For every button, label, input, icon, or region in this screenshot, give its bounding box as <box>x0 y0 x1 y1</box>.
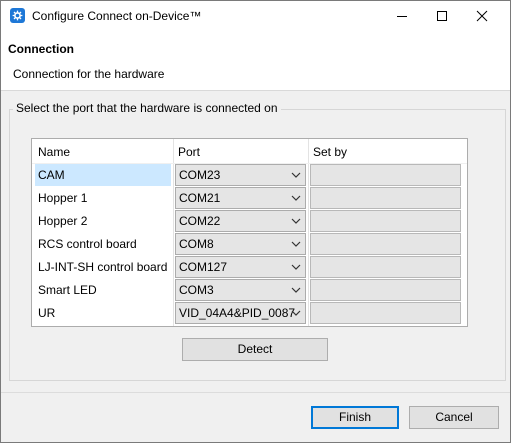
column-header-port[interactable]: Port <box>178 145 200 159</box>
table-row-name[interactable]: CAM <box>35 164 171 186</box>
port-dropdown[interactable]: COM22 <box>175 210 306 232</box>
port-dropdown-value: COM21 <box>179 191 221 205</box>
set-by-field <box>310 233 461 255</box>
dialog-window: Configure Connect on-Device™ Connection … <box>0 0 511 443</box>
set-by-field <box>310 164 461 186</box>
port-dropdown[interactable]: COM8 <box>175 233 306 255</box>
port-dropdown[interactable]: COM3 <box>175 279 306 301</box>
port-dropdown-value: COM8 <box>179 237 214 251</box>
table-row-name[interactable]: Smart LED <box>35 279 171 301</box>
maximize-icon <box>437 11 447 21</box>
column-separator <box>308 139 309 326</box>
group-label: Select the port that the hardware is con… <box>13 101 281 115</box>
port-dropdown-value: COM3 <box>179 283 214 297</box>
port-dropdown[interactable]: COM127 <box>175 256 306 278</box>
close-icon <box>476 10 488 22</box>
port-dropdown-value: COM22 <box>179 214 221 228</box>
chevron-down-icon <box>291 218 301 224</box>
column-header-name[interactable]: Name <box>38 145 70 159</box>
column-header-set-by[interactable]: Set by <box>313 145 347 159</box>
table-row-name[interactable]: Hopper 1 <box>35 187 171 209</box>
port-table: Name Port Set by CAM COM23 Hopper 1 COM21 Ho… <box>31 138 468 327</box>
port-dropdown[interactable]: VID_04A4&PID_0087 <box>175 302 306 324</box>
maximize-button[interactable] <box>424 1 460 31</box>
port-dropdown-value: VID_04A4&PID_0087 <box>179 306 296 320</box>
title-bar[interactable]: Configure Connect on-Device™ <box>1 1 510 31</box>
set-by-field <box>310 256 461 278</box>
chevron-down-icon <box>291 241 301 247</box>
chevron-down-icon <box>291 264 301 270</box>
set-by-field <box>310 187 461 209</box>
window-title: Configure Connect on-Device™ <box>32 9 202 23</box>
gear-icon <box>10 8 25 23</box>
close-button[interactable] <box>464 1 500 31</box>
table-row-name[interactable]: RCS control board <box>35 233 171 255</box>
chevron-down-icon <box>291 172 301 178</box>
minimize-icon <box>397 16 407 17</box>
chevron-down-icon <box>291 287 301 293</box>
column-separator <box>173 139 174 326</box>
chevron-down-icon <box>291 310 301 316</box>
detect-button[interactable]: Detect <box>182 338 328 361</box>
port-dropdown-value: COM23 <box>179 168 221 182</box>
set-by-field <box>310 279 461 301</box>
set-by-field <box>310 210 461 232</box>
minimize-button[interactable] <box>384 1 420 31</box>
finish-button[interactable]: Finish <box>311 406 399 429</box>
port-dropdown[interactable]: COM21 <box>175 187 306 209</box>
page-header: Connection Connection for the hardware <box>1 31 510 91</box>
set-by-field <box>310 302 461 324</box>
table-row-name[interactable]: Hopper 2 <box>35 210 171 232</box>
table-row-name[interactable]: LJ-INT-SH control board <box>35 256 171 278</box>
footer-divider <box>1 392 510 393</box>
page-title: Connection <box>8 42 74 56</box>
port-dropdown[interactable]: COM23 <box>175 164 306 186</box>
page-description: Connection for the hardware <box>13 67 165 81</box>
chevron-down-icon <box>291 195 301 201</box>
table-row-name[interactable]: UR <box>35 302 171 324</box>
cancel-button[interactable]: Cancel <box>409 406 499 429</box>
port-dropdown-value: COM127 <box>179 260 228 274</box>
